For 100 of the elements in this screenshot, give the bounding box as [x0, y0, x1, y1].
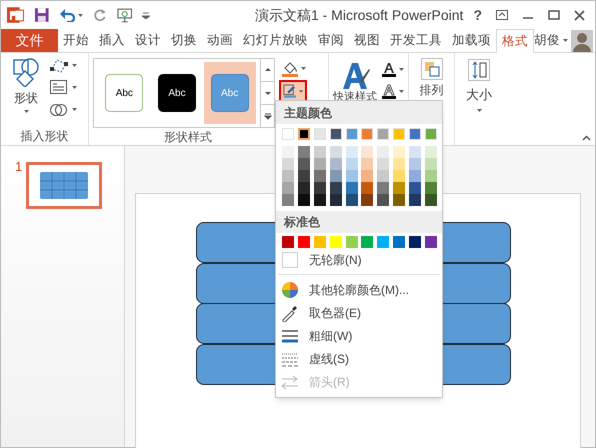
color-swatch[interactable]: [314, 158, 326, 170]
color-swatch[interactable]: [298, 146, 310, 158]
account-name[interactable]: 胡俊: [534, 31, 560, 50]
color-swatch[interactable]: [346, 158, 358, 170]
ribbon-tab[interactable]: 设计: [130, 29, 166, 52]
ribbon-display-icon[interactable]: [496, 10, 508, 20]
ribbon-tab[interactable]: 格式: [496, 29, 534, 53]
color-swatch[interactable]: [298, 236, 310, 248]
undo-icon[interactable]: [60, 8, 76, 22]
ribbon-tab[interactable]: 加载项: [447, 29, 496, 52]
color-swatch[interactable]: [393, 128, 406, 140]
more-styles-icon[interactable]: [262, 111, 272, 121]
ribbon-tab[interactable]: 开始: [58, 29, 94, 52]
color-swatch[interactable]: [314, 194, 326, 206]
color-swatch[interactable]: [346, 170, 358, 182]
caret-icon[interactable]: [399, 68, 404, 70]
color-swatch[interactable]: [377, 146, 390, 158]
color-swatch[interactable]: [282, 194, 294, 206]
color-swatch[interactable]: [409, 170, 422, 182]
color-swatch[interactable]: [393, 236, 406, 248]
color-swatch[interactable]: [282, 146, 294, 158]
color-swatch[interactable]: [425, 146, 438, 158]
text-box-icon[interactable]: [49, 79, 69, 96]
edit-shape-icon[interactable]: [49, 57, 69, 74]
color-swatch[interactable]: [282, 236, 294, 248]
maximize-icon[interactable]: [548, 10, 560, 20]
ribbon-tab[interactable]: 插入: [94, 29, 130, 52]
caret-icon[interactable]: [72, 86, 77, 89]
color-swatch[interactable]: [346, 194, 358, 206]
size-button[interactable]: 大小: [466, 59, 492, 112]
color-swatch[interactable]: [409, 182, 422, 194]
color-swatch[interactable]: [282, 170, 294, 182]
color-swatch[interactable]: [330, 236, 342, 248]
caret-icon[interactable]: [78, 14, 84, 16]
color-swatch[interactable]: [409, 128, 422, 140]
color-swatch[interactable]: [393, 182, 406, 194]
slide-number[interactable]: 1: [15, 160, 22, 173]
caret-icon[interactable]: [399, 90, 404, 92]
color-swatch[interactable]: [298, 170, 310, 182]
ribbon-tab[interactable]: 审阅: [313, 29, 349, 52]
caret-icon[interactable]: [563, 39, 568, 42]
color-swatch[interactable]: [361, 182, 374, 194]
color-swatch[interactable]: [314, 236, 326, 248]
color-swatch[interactable]: [361, 158, 374, 170]
color-swatch[interactable]: [298, 158, 310, 170]
color-swatch[interactable]: [282, 128, 294, 140]
text-fill-icon[interactable]: [381, 61, 397, 77]
color-swatch[interactable]: [330, 182, 342, 194]
ribbon-tab[interactable]: 幻灯片放映: [238, 29, 313, 52]
style-gallery-item[interactable]: Abc: [98, 62, 150, 124]
menu-item[interactable]: 无轮廓(N): [309, 250, 362, 268]
ribbon-tab[interactable]: 切换: [166, 29, 202, 52]
ribbon-tab[interactable]: 视图: [349, 29, 385, 52]
color-swatch[interactable]: [330, 128, 342, 140]
color-swatch[interactable]: [361, 194, 374, 206]
color-swatch[interactable]: [409, 194, 422, 206]
menu-item[interactable]: 粗细(W): [309, 326, 352, 344]
color-swatch[interactable]: [393, 170, 406, 182]
color-swatch[interactable]: [346, 236, 358, 248]
close-icon[interactable]: [574, 10, 585, 20]
color-swatch[interactable]: [298, 194, 310, 206]
redo-icon[interactable]: [93, 8, 107, 22]
customize-menu-icon[interactable]: [142, 11, 150, 19]
color-swatch[interactable]: [393, 194, 406, 206]
color-swatch[interactable]: [330, 170, 342, 182]
color-swatch[interactable]: [393, 158, 406, 170]
caret-icon[interactable]: [72, 64, 77, 67]
menu-item[interactable]: 取色器(E): [309, 304, 361, 322]
color-swatch[interactable]: [330, 194, 342, 206]
color-swatch[interactable]: [409, 236, 422, 248]
save-icon[interactable]: [34, 7, 50, 23]
color-swatch[interactable]: [377, 194, 390, 206]
shape-outline-button[interactable]: [279, 80, 307, 102]
shapes-button[interactable]: 形状: [9, 57, 43, 127]
color-swatch[interactable]: [298, 182, 310, 194]
collapse-ribbon-icon[interactable]: [582, 135, 591, 141]
color-swatch[interactable]: [425, 158, 438, 170]
color-swatch[interactable]: [425, 128, 438, 140]
presentation-icon[interactable]: [116, 7, 132, 23]
color-swatch[interactable]: [330, 158, 342, 170]
menu-item[interactable]: 其他轮廓颜色(M)...: [309, 280, 409, 298]
style-gallery-item[interactable]: Abc: [150, 62, 203, 124]
color-swatch[interactable]: [314, 128, 326, 140]
color-swatch[interactable]: [361, 128, 374, 140]
color-swatch[interactable]: [346, 128, 358, 140]
powerpoint-logo-icon[interactable]: [7, 6, 24, 24]
text-outline-icon[interactable]: [381, 83, 397, 99]
color-swatch[interactable]: [377, 182, 390, 194]
color-swatch[interactable]: [377, 128, 390, 140]
color-swatch[interactable]: [361, 170, 374, 182]
caret-icon[interactable]: [72, 108, 77, 111]
caret-icon[interactable]: [301, 66, 306, 70]
color-swatch[interactable]: [314, 170, 326, 182]
color-swatch[interactable]: [409, 146, 422, 158]
color-swatch[interactable]: [425, 194, 438, 206]
ribbon-tab[interactable]: 开发工具: [385, 29, 447, 52]
color-swatch[interactable]: [425, 182, 438, 194]
help-button[interactable]: ?: [473, 4, 482, 26]
arrange-button[interactable]: 排列: [420, 58, 444, 97]
color-swatch[interactable]: [425, 236, 438, 248]
